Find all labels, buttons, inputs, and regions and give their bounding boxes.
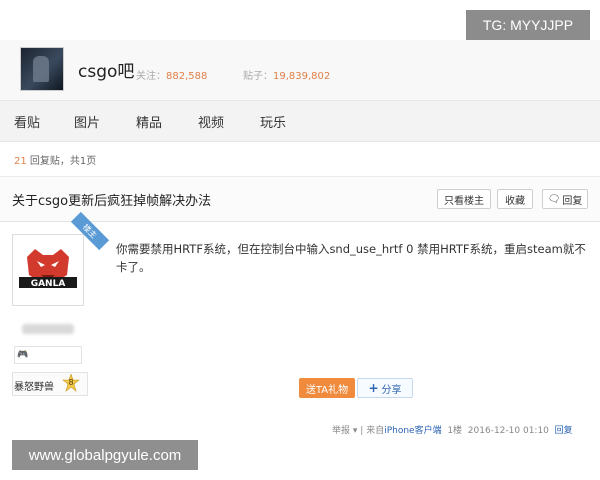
user-level-name: 暴怒野兽 xyxy=(14,382,54,393)
favorite-button[interactable]: 收藏 xyxy=(497,189,533,209)
reply-count: 21 xyxy=(14,156,27,167)
user-name-blurred[interactable] xyxy=(22,324,74,334)
chevron-down-icon[interactable]: ▾ xyxy=(353,426,358,436)
posts-count: 19,839,802 xyxy=(273,71,331,82)
forum-name[interactable]: csgo吧 xyxy=(78,57,134,82)
follow-count: 882,588 xyxy=(166,71,208,82)
nav-item-fun[interactable]: 玩乐 xyxy=(260,112,286,131)
ganla-logo: GANLA xyxy=(19,249,77,289)
reply-link[interactable]: 回复 xyxy=(555,426,573,436)
source-link[interactable]: iPhone客户端 xyxy=(384,426,441,436)
watermark-top: TG: MYYJJPP xyxy=(466,10,590,40)
reply-icon: 🗨 xyxy=(547,193,561,205)
only-op-button[interactable]: 只看楼主 xyxy=(437,189,491,209)
source-prefix: | 来自 xyxy=(360,426,385,436)
avatar-text: GANLA xyxy=(31,279,66,289)
reply-count-suffix: 回复贴，共1页 xyxy=(29,156,97,167)
thread-title: 关于csgo更新后疯狂掉帧解决办法 xyxy=(12,194,212,209)
level-badge-icon: 8 xyxy=(62,374,80,392)
post-meta: 举报 ▾ | 来自iPhone客户端 1楼 2016-12-10 01:10 回… xyxy=(332,423,573,436)
user-avatar[interactable]: GANLA xyxy=(12,234,84,306)
post-date: 2016-12-10 01:10 xyxy=(467,426,549,436)
nav-item-videos[interactable]: 视频 xyxy=(198,112,224,131)
share-label: 分享 xyxy=(381,384,402,396)
badge-icon: 🎮 xyxy=(17,350,29,360)
post-content: 你需要禁用HRTF系统，但在控制台中输入snd_use_hrtf 0 禁用HRT… xyxy=(116,242,586,274)
nav-item-images[interactable]: 图片 xyxy=(74,112,100,131)
forum-avatar[interactable] xyxy=(20,47,64,91)
follow-stat: 关注：882,588 xyxy=(136,64,207,83)
nav-item-posts[interactable]: 看贴 xyxy=(14,112,40,131)
follow-label: 关注： xyxy=(136,71,166,82)
posts-stat: 贴子：19,839,802 xyxy=(243,64,330,83)
floor-number: 1楼 xyxy=(447,426,463,436)
gift-button[interactable]: 送TA礼物 xyxy=(299,378,355,398)
plus-icon: + xyxy=(368,381,379,395)
reply-top-button[interactable]: 🗨 回复 xyxy=(542,189,588,209)
nav-item-featured[interactable]: 精品 xyxy=(136,112,162,131)
watermark-bottom: www.globalpgyule.com xyxy=(12,440,198,470)
reply-count-info: 21 回复贴，共1页 xyxy=(14,152,96,167)
reply-top-label: 回复 xyxy=(562,195,583,207)
report-link[interactable]: 举报 xyxy=(332,426,350,436)
user-level-number: 8 xyxy=(68,378,74,387)
posts-label: 贴子： xyxy=(243,71,273,82)
share-button[interactable]: + 分享 xyxy=(357,378,413,398)
